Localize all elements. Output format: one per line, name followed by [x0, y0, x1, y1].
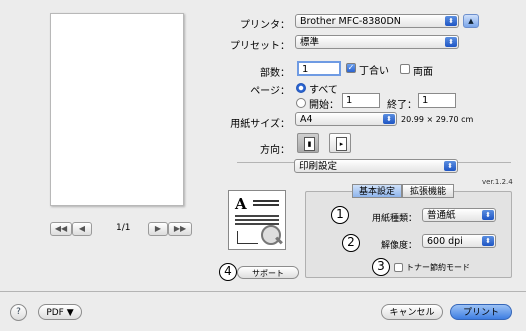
preset-label: プリセット：: [230, 41, 290, 52]
page-indicator: 1/1: [116, 223, 131, 233]
pdf-button[interactable]: PDF ▼: [38, 304, 82, 320]
copies-label: 部数：: [260, 68, 290, 79]
version-label: ver.1.2.4: [482, 178, 513, 186]
panel-popup[interactable]: 印刷設定 ⬍: [294, 159, 458, 173]
printer-popup[interactable]: Brother MFC-8380DN ⬍: [295, 14, 459, 28]
portrait-icon: ▮: [304, 137, 315, 151]
resolution-popup[interactable]: 600 dpi ⬍: [422, 234, 496, 248]
collated-label: 丁合い: [359, 66, 389, 77]
support-button[interactable]: サポート: [237, 266, 299, 279]
page-navigator: ◀◀ ◀ 1/1 ▶ ▶▶: [50, 222, 200, 236]
duplex-checkbox[interactable]: [400, 64, 410, 74]
copies-input[interactable]: 1: [297, 61, 341, 76]
resolution-label: 解像度：: [380, 241, 417, 251]
media-type-label: 用紙種類：: [371, 214, 417, 224]
help-icon: ?: [16, 307, 21, 317]
orientation-label: 方向：: [260, 145, 290, 156]
page-preview: [50, 13, 184, 206]
landscape-button[interactable]: ▸: [329, 133, 351, 153]
pages-to-label: 終了：: [387, 100, 417, 111]
first-page-button[interactable]: ◀◀: [50, 222, 72, 236]
triangle-up-icon: ▲: [468, 17, 474, 25]
paper-size-value: A4: [300, 114, 313, 125]
pages-from-input[interactable]: 1: [342, 93, 380, 108]
bottom-separator: [0, 291, 526, 292]
popup-arrows-icon: ⬍: [444, 161, 456, 171]
help-button[interactable]: ?: [10, 304, 27, 321]
media-type-value: 普通紙: [427, 210, 456, 221]
printer-value: Brother MFC-8380DN: [300, 16, 401, 27]
print-button[interactable]: プリント: [450, 304, 512, 320]
media-type-popup[interactable]: 普通紙 ⬍: [422, 208, 496, 222]
printer-label: プリンタ：: [240, 20, 290, 31]
popup-arrows-icon: ⬍: [482, 236, 494, 246]
paper-size-label: 用紙サイズ：: [230, 119, 290, 130]
preset-value: 標準: [300, 37, 320, 48]
pages-all-radio[interactable]: [296, 83, 306, 93]
last-page-button[interactable]: ▶▶: [168, 222, 192, 236]
duplex-label: 両面: [413, 67, 433, 78]
tab-advanced[interactable]: 拡張機能: [402, 184, 454, 198]
resolution-value: 600 dpi: [427, 236, 463, 247]
next-page-button[interactable]: ▶: [148, 222, 168, 236]
cancel-button[interactable]: キャンセル: [381, 304, 443, 320]
toner-save-checkbox[interactable]: [394, 263, 403, 272]
pages-label: ページ：: [250, 86, 290, 97]
panel-value: 印刷設定: [299, 161, 338, 172]
popup-arrows-icon: ⬍: [445, 16, 457, 26]
portrait-button[interactable]: ▮: [297, 133, 319, 153]
tab-basic[interactable]: 基本設定: [352, 184, 402, 198]
pages-range-radio[interactable]: [296, 98, 306, 108]
prev-page-button[interactable]: ◀: [72, 222, 92, 236]
pages-all-label: すべて: [309, 85, 338, 96]
popup-arrows-icon: ⬍: [482, 210, 494, 220]
popup-arrows-icon: ⬍: [383, 114, 395, 124]
print-dialog: { "printer": {"label": "プリンタ：", "value":…: [0, 0, 526, 331]
disclosure-button[interactable]: ▲: [463, 14, 479, 28]
preset-popup[interactable]: 標準 ⬍: [295, 35, 459, 49]
collated-checkbox[interactable]: ✓: [346, 63, 356, 73]
callout-4: 4: [219, 263, 237, 281]
document-magnify-icon: A: [228, 190, 286, 250]
landscape-icon: ▸: [336, 137, 347, 151]
paper-dimensions: 20.99 × 29.70 cm: [401, 115, 474, 124]
pages-from-label: 開始：: [309, 100, 339, 111]
callout-3: 3: [372, 258, 390, 276]
popup-arrows-icon: ⬍: [445, 37, 457, 47]
toner-save-label: トナー節約モード: [406, 263, 470, 272]
pages-to-input[interactable]: 1: [418, 93, 456, 108]
paper-size-popup[interactable]: A4 ⬍: [295, 112, 397, 126]
